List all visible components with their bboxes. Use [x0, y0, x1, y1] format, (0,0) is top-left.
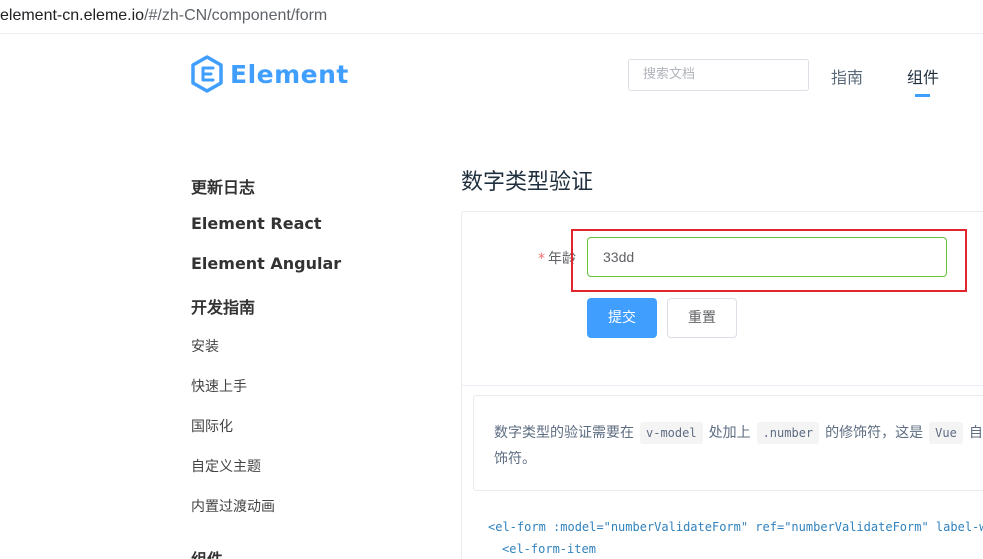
sidebar-item-install[interactable]: 安装	[191, 336, 219, 356]
code-vue: Vue	[929, 422, 963, 444]
sidebar-group-component: 组件	[191, 546, 223, 559]
sidebar-item-changelog[interactable]: 更新日志	[191, 174, 255, 198]
site-header: Element 搜索文档 指南 组件	[0, 34, 983, 114]
nav-component[interactable]: 组件	[907, 64, 939, 88]
element-logo[interactable]: Element	[190, 54, 349, 94]
code-number: .number	[756, 422, 820, 444]
required-mark: *	[538, 251, 545, 267]
description-text-5: 饰符。	[494, 451, 536, 467]
logo-text: Element	[230, 59, 349, 89]
sidebar-group-dev-guide: 开发指南	[191, 298, 256, 317]
highlight-annotation-box	[571, 229, 967, 292]
element-logo-icon	[191, 55, 223, 93]
sidebar-item-element-react[interactable]: Element React	[191, 214, 322, 233]
description-text-1: 数字类型的验证需要在	[494, 425, 634, 441]
description-text-3: 的修饰符，这是	[825, 425, 924, 441]
description-text-2: 处加上	[708, 425, 751, 441]
address-bar[interactable]: element-cn.eleme.io/#/zh-CN/component/fo…	[0, 0, 983, 34]
demo-description: 数字类型的验证需要在 v-model 处加上 .number 的修饰符，这是 Vue 自 饰…	[473, 395, 983, 491]
url-host: element-cn.eleme.io	[0, 7, 145, 24]
url-text[interactable]: element-cn.eleme.io/#/zh-CN/component/fo…	[0, 7, 327, 25]
sidebar-item-transition[interactable]: 内置过渡动画	[191, 496, 275, 516]
submit-button[interactable]: 提交	[587, 298, 657, 338]
nav-guide[interactable]: 指南	[831, 64, 863, 88]
sidebar-item-quickstart[interactable]: 快速上手	[191, 376, 247, 396]
nav-active-indicator	[915, 94, 930, 97]
sidebar-item-custom-theme[interactable]: 自定义主题	[191, 456, 261, 476]
search-input[interactable]: 搜索文档	[628, 59, 809, 91]
sidebar-item-element-angular[interactable]: Element Angular	[191, 254, 341, 273]
code-line-2: <el-form-item	[502, 542, 596, 556]
section-title: 数字类型验证	[461, 170, 594, 195]
sidebar-item-i18n[interactable]: 国际化	[191, 416, 233, 436]
description-text-4: 自	[968, 425, 983, 441]
reset-button[interactable]: 重置	[667, 298, 737, 338]
code-v-model: v-model	[640, 422, 703, 444]
code-line-1: <el-form :model="numberValidateForm" ref…	[488, 520, 983, 534]
page: element-cn.eleme.io/#/zh-CN/component/fo…	[0, 0, 983, 559]
demo-form-area: * 年龄 33dd 提交 重置	[462, 212, 983, 386]
demo-block: * 年龄 33dd 提交 重置 数字类型的验证需要在 v-model 处加上 .numb…	[461, 211, 983, 559]
url-path: /#/zh-CN/component/form	[144, 7, 328, 24]
